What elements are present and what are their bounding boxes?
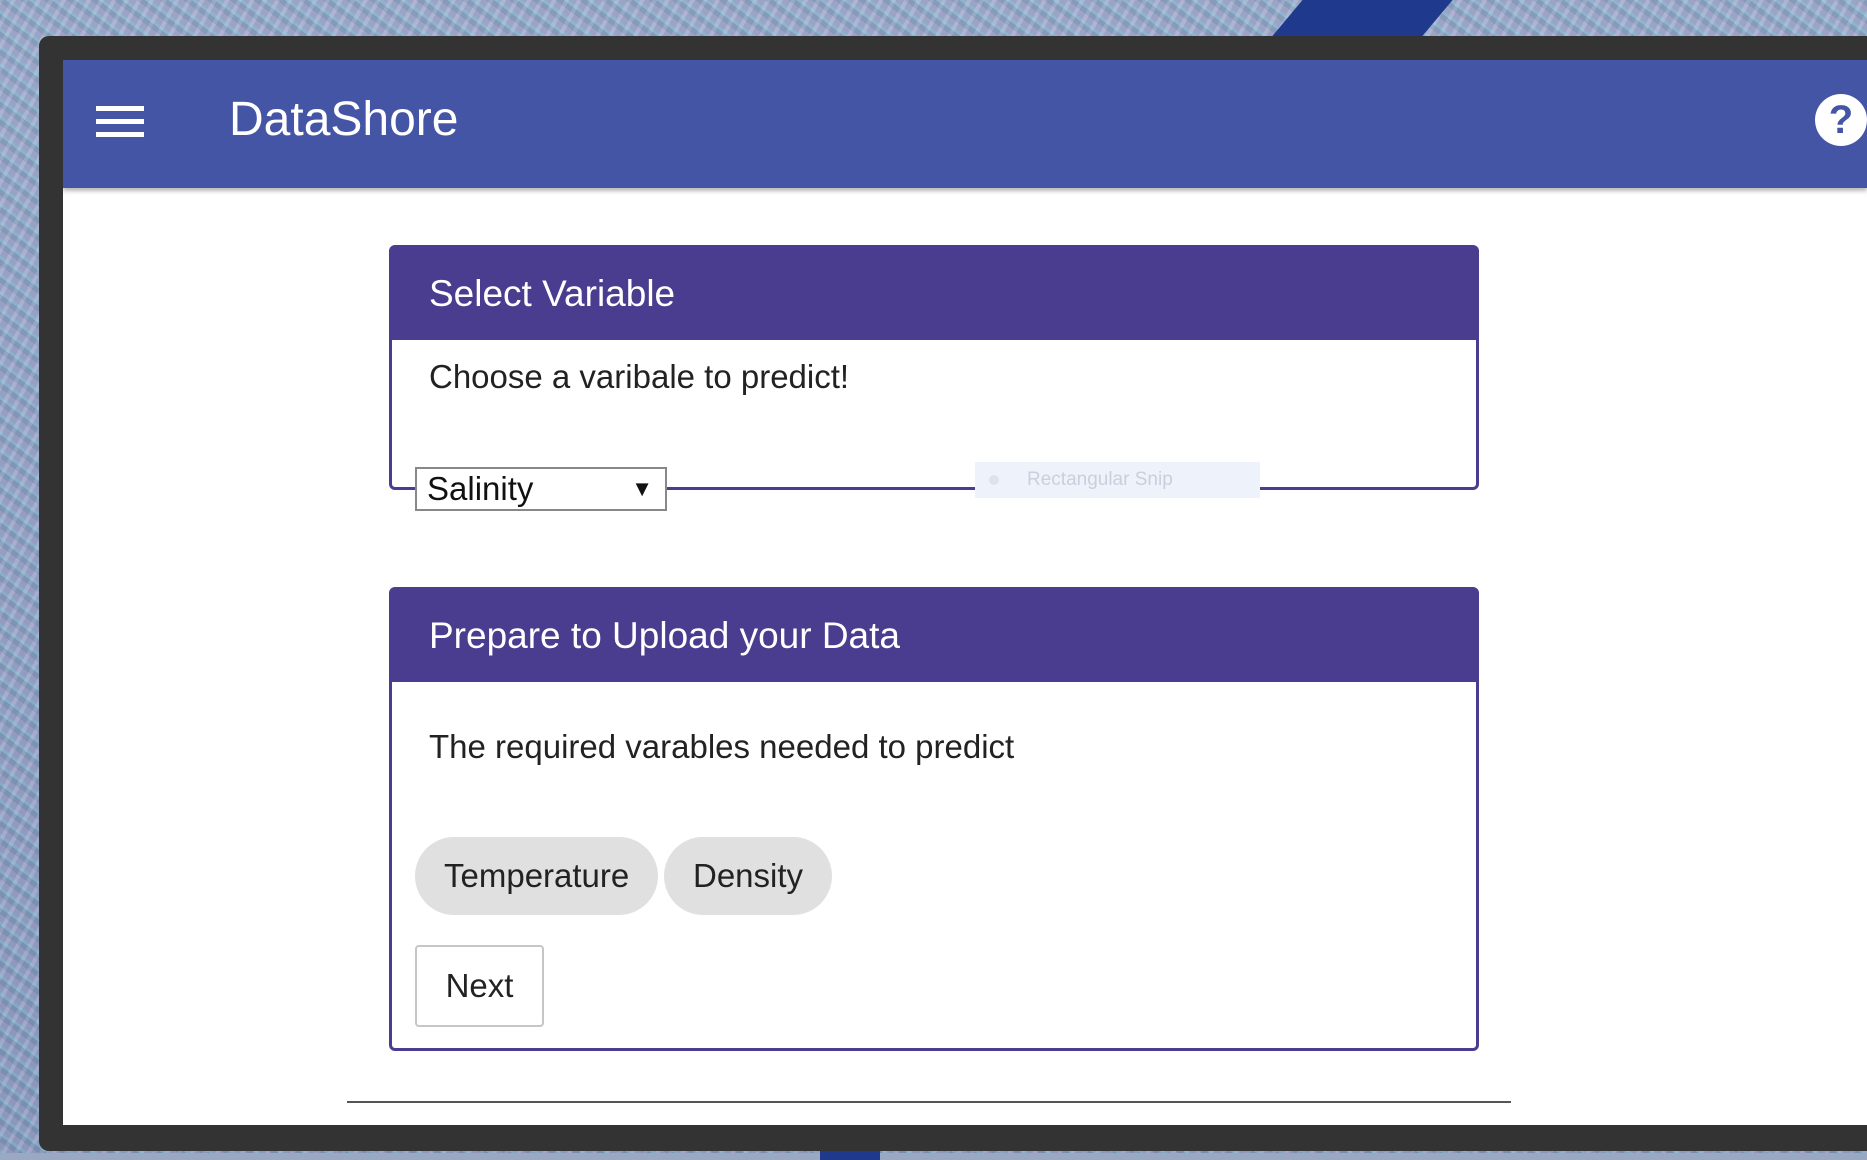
divider (347, 1101, 1511, 1103)
rectangular-snip-overlay: Rectangular Snip (975, 462, 1260, 498)
dropdown-arrow-icon: ▼ (631, 476, 653, 501)
chip-temperature: Temperature (415, 837, 659, 915)
snip-icon (989, 475, 999, 485)
upload-data-card: Prepare to Upload your Data The required… (389, 587, 1479, 1051)
app-window: DataShore ? Select Variable Choose a var… (63, 60, 1867, 1125)
app-title: DataShore (229, 93, 459, 146)
select-variable-card-title: Select Variable (392, 248, 1476, 340)
variable-select[interactable]: Salinity ▼ (415, 467, 667, 511)
upload-data-card-title: Prepare to Upload your Data (392, 590, 1476, 682)
select-variable-card: Select Variable Choose a varibale to pre… (389, 245, 1479, 511)
hamburger-menu-icon[interactable] (96, 104, 144, 140)
chip-density: Density (664, 837, 833, 915)
next-button[interactable]: Next (415, 945, 544, 1027)
menu-line (96, 132, 144, 137)
menu-line (96, 106, 144, 111)
upload-data-description: The required varables needed to predict (429, 728, 1015, 765)
help-icon[interactable]: ? (1815, 94, 1867, 146)
app-bar: DataShore ? (63, 60, 1867, 188)
select-variable-prompt: Choose a varibale to predict! (429, 358, 850, 395)
snip-label: Rectangular Snip (1027, 469, 1173, 490)
menu-line (96, 119, 144, 124)
variable-select-value: Salinity (427, 470, 534, 507)
